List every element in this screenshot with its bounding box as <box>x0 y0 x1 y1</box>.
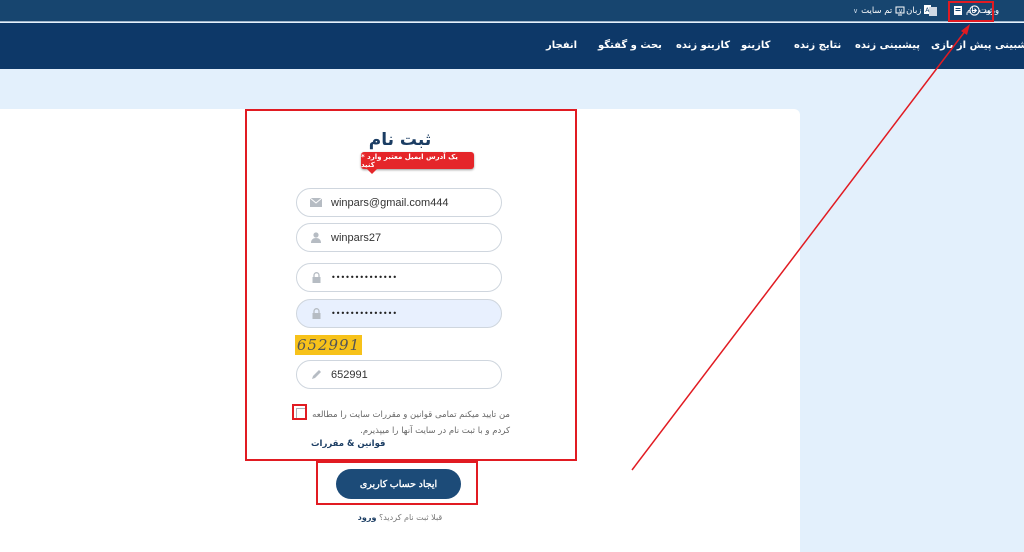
translate-icon: A <box>924 5 938 16</box>
nav-live-results[interactable]: نتایج زنده <box>794 40 841 51</box>
nav-crash[interactable]: انفجار <box>546 40 577 51</box>
theme-label: تم سایت <box>861 5 893 16</box>
nav-live-casino[interactable]: کازینو زنده <box>676 40 730 51</box>
register-highlight-box <box>948 1 994 22</box>
nav-prematch-betting[interactable]: پیشبینی پیش از بازی <box>931 40 1024 51</box>
top-bar: ورود ثبت نام ∨ زبان A ∨ تم سایت <box>0 0 1024 22</box>
nav-casino[interactable]: کازینو <box>741 40 770 51</box>
main-navbar: پیشبینی پیش از بازی پیشبینی زنده نتایج ز… <box>0 23 1024 69</box>
theme-selector[interactable]: ∨ تم سایت <box>853 2 905 19</box>
already-registered-line: قبلا ثبت نام کردید؟ ورود <box>0 513 800 522</box>
language-label: زبان <box>906 5 922 16</box>
nav-live-betting[interactable]: پیشبینی زنده <box>855 40 920 51</box>
login-bottom-link[interactable]: ورود <box>358 513 377 522</box>
nav-forum[interactable]: بحث و گفتگو <box>598 40 662 51</box>
already-registered-text: قبلا ثبت نام کردید؟ <box>378 513 443 522</box>
chevron-down-icon: ∨ <box>853 6 859 15</box>
theme-icon <box>895 6 905 16</box>
submit-highlight-box <box>316 461 478 505</box>
checkbox-highlight-box <box>292 404 307 420</box>
